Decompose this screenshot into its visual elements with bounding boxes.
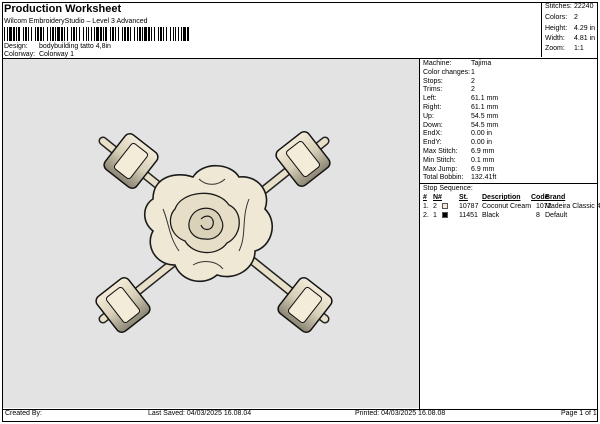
detail-label: Trims: (423, 86, 443, 94)
detail-value: 0.00 in (471, 130, 493, 138)
height-row: Height: 4.29 in (545, 25, 595, 32)
col-description: Description (482, 194, 521, 201)
embroidery-design-image (95, 131, 333, 333)
printed-date: Printed: 04/03/2025 16.08.08 (355, 410, 446, 417)
height-label: Height: (545, 25, 568, 32)
detail-row: Min Stitch: 0.1 mm (423, 157, 494, 164)
detail-label: Stops: (423, 77, 443, 85)
detail-row: Trims: 2 (423, 86, 475, 93)
stop-sequence-row: 1. 2 10787 Coconut Cream 1072 Madeira Classic… (423, 203, 600, 211)
stitches-value: 22240 (574, 3, 594, 10)
colorway-value: Colorway 1 (38, 51, 74, 58)
detail-label: EndY: (423, 139, 442, 147)
thread-color-swatch (442, 203, 448, 209)
detail-value: 2 (471, 86, 475, 94)
detail-value: 1 (471, 68, 475, 76)
summary-box: Stitches: 22240 Colors: 2 Height: 4.29 in W… (541, 2, 598, 57)
col-brand: Brand (545, 194, 566, 201)
detail-value: 61.1 mm (471, 104, 499, 111)
detail-value: 132.41ft (471, 174, 497, 182)
colors-row: Colors: 2 (545, 14, 578, 21)
detail-label: Machine: (423, 60, 452, 67)
detail-row: Machine: Tajima (423, 60, 491, 67)
software-name: Wilcom EmbroideryStudio – Level 3 Advanc… (4, 18, 148, 25)
col-n: N# (433, 194, 442, 201)
detail-label: Min Stitch: (423, 156, 456, 164)
stop-sequence-header: # N# St. Description Code Brand (423, 194, 595, 202)
stitches-label: Stitches: (545, 3, 572, 10)
details-divider (420, 183, 598, 184)
worksheet-title: Production Worksheet (4, 3, 122, 15)
design-value: bodybuilding tatto 4,8in (38, 43, 111, 50)
seq-description: Black (482, 212, 500, 219)
detail-row: Down: 54.5 mm (423, 122, 498, 129)
detail-label: Down: (423, 121, 443, 129)
detail-label: Max Jump: (423, 165, 458, 173)
detail-row: Right: 61.1 mm (423, 104, 498, 111)
detail-label: Up: (423, 112, 434, 120)
detail-row: EndX: 0.00 in (423, 130, 492, 137)
worksheet-header: Production Worksheet Wilcom EmbroiderySt… (3, 3, 540, 58)
thread-color-swatch (442, 212, 448, 218)
colors-value: 2 (574, 14, 578, 21)
detail-label: Max Stitch: (423, 148, 458, 155)
footer-divider (2, 409, 598, 410)
design-preview (3, 59, 419, 408)
detail-label: Total Bobbin: (423, 174, 464, 182)
seq-st: 11451 (459, 212, 478, 219)
seq-n: 2 (433, 203, 437, 210)
detail-value: 0.1 mm (471, 156, 495, 164)
seq-num: 2. (423, 212, 429, 219)
detail-value: 54.5 mm (471, 121, 499, 129)
detail-value: 61.1 mm (471, 95, 499, 103)
detail-row: Up: 54.5 mm (423, 113, 498, 120)
detail-value: 6.9 mm (471, 165, 495, 173)
detail-label: EndX: (423, 130, 443, 138)
width-label: Width: (545, 35, 565, 42)
design-label: Design: (4, 43, 28, 50)
colorway-label: Colorway: (4, 51, 36, 58)
detail-row: Max Stitch: 6.9 mm (423, 148, 494, 155)
seq-st: 10787 (459, 203, 479, 210)
stop-sequence-row: 2. 1 11451 Black 8 Default (423, 212, 595, 220)
seq-description: Coconut Cream (482, 203, 532, 210)
detail-row: Stops: 2 (423, 78, 475, 85)
detail-label: Right: (423, 104, 442, 111)
detail-value: 0.00 in (471, 139, 493, 147)
detail-row: Total Bobbin: 132.41ft (423, 174, 496, 181)
stitches-row: Stitches: 22240 (545, 3, 593, 10)
seq-code: 8 (536, 212, 540, 219)
stop-sequence-title: Stop Sequence: (423, 185, 473, 192)
col-st: St. (459, 194, 468, 201)
detail-value: 2 (471, 77, 475, 85)
seq-num: 1. (423, 203, 429, 210)
width-value: 4.81 in (574, 35, 596, 42)
colors-label: Colors: (545, 14, 568, 21)
design-row: Design: bodybuilding tatto 4,8in (4, 43, 111, 50)
page-number: Page 1 of 1 (561, 410, 597, 417)
width-row: Width: 4.81 in (545, 35, 595, 42)
detail-value: 6.9 mm (471, 148, 495, 155)
detail-value: 54.5 mm (471, 112, 499, 120)
seq-brand: Madeira Classic 40 (545, 203, 600, 210)
detail-row: Left: 61.1 mm (423, 95, 498, 102)
col-num: # (423, 194, 427, 201)
zoom-value: 1:1 (574, 45, 584, 52)
seq-brand: Default (545, 212, 568, 219)
colorway-row: Colorway: Colorway 1 (4, 51, 74, 58)
detail-row: Max Jump: 6.9 mm (423, 166, 494, 173)
details-panel: Machine: Tajima Color changes:1 Stops: 2 Trim… (420, 59, 600, 408)
height-value: 4.29 in (574, 25, 596, 32)
zoom-label: Zoom: (545, 45, 565, 52)
barcode (4, 27, 189, 41)
detail-value: Tajima (471, 60, 492, 67)
seq-n: 1 (433, 212, 437, 219)
last-saved: Last Saved: 04/03/2025 16.08.04 (148, 410, 252, 417)
detail-row: Color changes:1 (423, 69, 475, 76)
zoom-row: Zoom: 1:1 (545, 45, 584, 52)
created-by: Created By: (5, 410, 42, 417)
detail-row: EndY: 0.00 in (423, 139, 492, 146)
detail-label: Left: (423, 95, 437, 103)
detail-label: Color changes: (423, 68, 471, 76)
